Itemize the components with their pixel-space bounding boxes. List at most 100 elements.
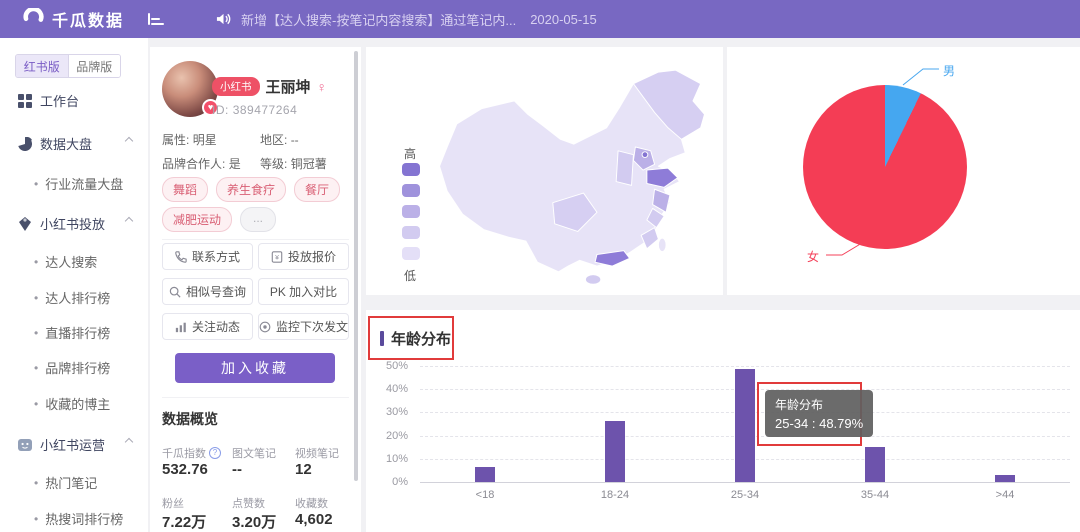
sidebar-item-industry-traffic[interactable]: • 行业流量大盘 <box>34 174 123 193</box>
button-label: 相似号查询 <box>186 283 246 300</box>
sidebar-item-label: 工作台 <box>40 91 79 110</box>
announcement-date: 2020-05-15 <box>530 12 597 27</box>
sidebar-item-favorite-bloggers[interactable]: • 收藏的博主 <box>34 394 110 413</box>
stat-value-photo-notes: -- <box>232 461 242 478</box>
sidebar-item-hot-notes[interactable]: • 热门笔记 <box>34 473 97 492</box>
y-tick-label: 0% <box>392 476 408 488</box>
sidebar-item-label: 收藏的博主 <box>45 394 110 413</box>
china-choropleth-map[interactable] <box>426 51 718 291</box>
bar-18-24[interactable] <box>605 421 625 482</box>
field-attribute: 属性: 明星 <box>162 131 217 148</box>
gem-icon <box>18 217 32 231</box>
sidebar-item-label: 行业流量大盘 <box>45 174 123 193</box>
edition-switch: 红书版 品牌版 <box>15 54 121 78</box>
province-taiwan <box>658 238 666 251</box>
qiangua-logo-icon <box>22 8 44 30</box>
data-overview-title: 数据概览 <box>162 409 218 429</box>
sidebar-section-label: 数据大盘 <box>40 134 92 153</box>
similar-account-button[interactable]: 相似号查询 <box>162 278 253 305</box>
field-level: 等级: 铜冠薯 <box>260 155 327 172</box>
sidebar-item-label: 品牌排行榜 <box>45 358 110 377</box>
bar->44[interactable] <box>995 475 1015 482</box>
sidebar-section-data-market[interactable]: 数据大盘 <box>18 134 138 153</box>
divider <box>162 397 349 398</box>
grid-icon <box>18 94 32 108</box>
stat-value-fans: 7.22万 <box>162 511 206 532</box>
sidebar-item-hot-search-words[interactable]: • 热搜词排行榜 <box>34 509 123 528</box>
quote-button[interactable]: ¥ 投放报价 <box>258 243 349 270</box>
contact-button[interactable]: 联系方式 <box>162 243 253 270</box>
y-tick-label: 20% <box>386 430 408 442</box>
profile-scrollbar[interactable] <box>354 51 358 481</box>
tag-weight-loss[interactable]: 减肥运动 <box>162 207 232 232</box>
chevron-up-icon[interactable] <box>125 217 133 225</box>
bar-35-44[interactable] <box>865 447 885 482</box>
sidebar-item-label: 热门笔记 <box>45 473 97 492</box>
brand[interactable]: 千瓜数据 <box>22 7 124 31</box>
sidebar-item-workbench[interactable]: 工作台 <box>18 91 138 110</box>
tag-restaurant[interactable]: 餐厅 <box>294 177 340 202</box>
pk-compare-button[interactable]: PK 加入对比 <box>258 278 349 305</box>
more-tags-button[interactable]: ... <box>240 207 276 232</box>
collapse-menu-icon[interactable] <box>148 13 164 25</box>
chat-tv-icon <box>18 438 32 452</box>
stat-label-photo-notes: 图文笔记 <box>232 445 276 461</box>
sidebar-item-label: 直播排行榜 <box>45 323 110 342</box>
chevron-up-icon[interactable] <box>125 438 133 446</box>
announcement-text: 新增【达人搜索-按笔记内容搜索】通过笔记内... <box>241 10 516 29</box>
bullet-icon: • <box>34 512 38 526</box>
add-to-favorites-button[interactable]: 加入收藏 <box>175 353 335 383</box>
button-label: 关注动态 <box>192 318 240 335</box>
announcement-bar[interactable]: 新增【达人搜索-按笔记内容搜索】通过笔记内... 2020-05-15 <box>216 10 597 29</box>
bar-25-34[interactable] <box>735 369 755 482</box>
sidebar: 红书版 品牌版 工作台 数据大盘 • 行业流量大盘 小红书投放 • 达人搜索 <box>0 38 148 532</box>
legend-high-label: 高 <box>404 145 416 162</box>
age-y-axis: 50%40%30%20%10%0% <box>366 366 412 482</box>
province-hainan <box>585 275 600 285</box>
id-value: 389477264 <box>233 103 298 117</box>
top-bar: 千瓜数据 新增【达人搜索-按笔记内容搜索】通过笔记内... 2020-05-15 <box>0 0 1080 38</box>
sidebar-section-xhs-operation[interactable]: 小红书运营 <box>18 435 138 454</box>
x-tick-label: 35-44 <box>835 489 915 501</box>
legend-low-label: 低 <box>404 267 416 284</box>
sidebar-item-live-ranking[interactable]: • 直播排行榜 <box>34 323 110 342</box>
x-tick-label: <18 <box>445 489 525 501</box>
tag-dance[interactable]: 舞蹈 <box>162 177 208 202</box>
button-label: 投放报价 <box>288 248 336 265</box>
age-tooltip: 年龄分布 25-34 : 48.79% <box>765 390 873 437</box>
tag-health-food[interactable]: 养生食疗 <box>216 177 286 202</box>
pie-label-female: 女 <box>807 248 819 265</box>
id-label: ID: <box>212 103 229 117</box>
tab-redbook-edition[interactable]: 红书版 <box>16 55 68 77</box>
stat-value-qiangua-index: 532.76 <box>162 461 208 478</box>
pie-label-male: 男 <box>943 62 955 79</box>
tab-brand-edition[interactable]: 品牌版 <box>68 55 121 77</box>
sidebar-item-brand-ranking[interactable]: • 品牌排行榜 <box>34 358 110 377</box>
bullet-icon: • <box>34 177 38 191</box>
sidebar-item-kol-ranking[interactable]: • 达人排行榜 <box>34 288 110 307</box>
stat-label-likes: 点赞数 <box>232 495 265 511</box>
legend-swatch <box>402 205 420 218</box>
province-beijing <box>642 152 648 158</box>
stat-value-collections: 4,602 <box>295 511 333 528</box>
monitor-next-post-button[interactable]: 监控下次发文 <box>258 313 349 340</box>
stat-label-qiangua-index: 千瓜指数? <box>162 445 221 461</box>
help-icon[interactable]: ? <box>209 447 221 459</box>
region-map-card: 高 低 <box>366 47 723 295</box>
profile-card: ♥ 小红书 王丽坤 ♀ ID: 389477264 属性: 明星 地区: -- … <box>150 47 361 532</box>
monitor-icon <box>259 321 271 333</box>
bullet-icon: • <box>34 397 38 411</box>
speaker-icon <box>216 12 231 26</box>
stat-value-video-notes: 12 <box>295 461 312 478</box>
y-tick-label: 10% <box>386 453 408 465</box>
kol-name: 王丽坤 <box>266 76 311 97</box>
chevron-up-icon[interactable] <box>125 137 133 145</box>
stat-value-likes: 3.20万 <box>232 511 276 532</box>
gender-pie-card: 男 女 <box>727 47 1080 295</box>
sidebar-item-kol-search[interactable]: • 达人搜索 <box>34 252 97 271</box>
follow-updates-button[interactable]: 关注动态 <box>162 313 253 340</box>
age-distribution-card: 年龄分布 50%40%30%20%10%0% <1818-2425-3435-4… <box>366 310 1080 532</box>
sidebar-section-xhs-promotion[interactable]: 小红书投放 <box>18 214 138 233</box>
bar-<18[interactable] <box>475 467 495 482</box>
pie-leader-lines <box>727 47 1080 295</box>
